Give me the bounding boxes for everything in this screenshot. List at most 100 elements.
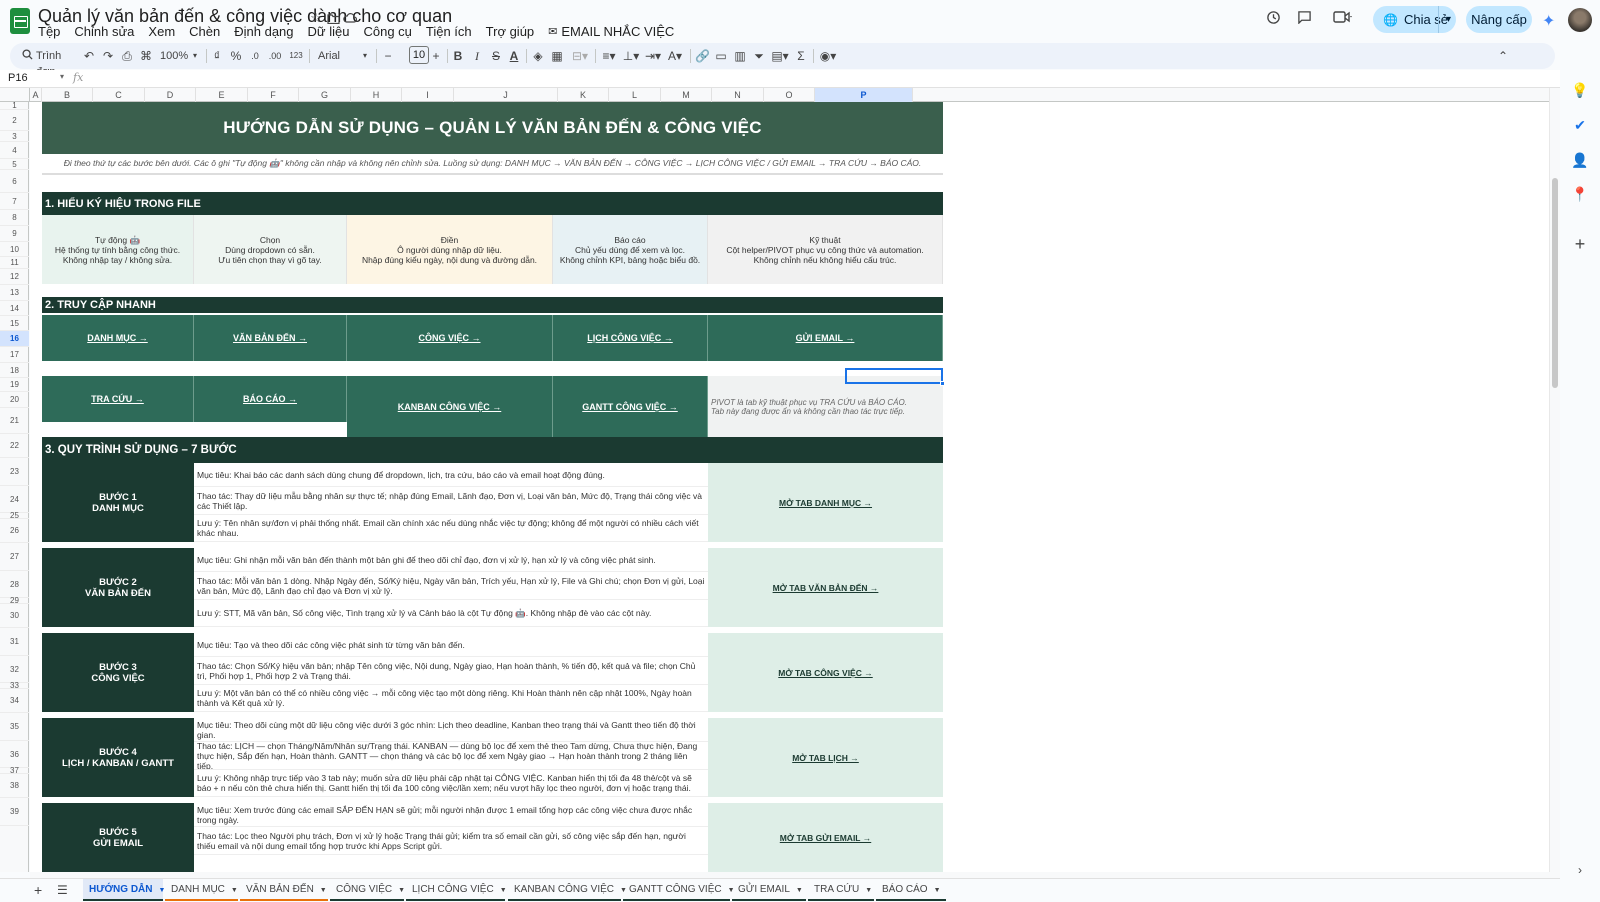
tab-chevron-icon[interactable]: ▼ (865, 887, 872, 894)
step-link-van-ban-den[interactable]: MỞ TAB VĂN BẢN ĐẾN → (708, 548, 943, 627)
column-header[interactable]: N (712, 88, 764, 102)
print-icon[interactable]: ⎙ (120, 48, 134, 64)
font-family-select[interactable]: Arial (318, 48, 348, 64)
gemini-icon[interactable]: ✦ (1542, 11, 1555, 31)
row-header[interactable]: 22 (0, 434, 29, 458)
paint-format-icon[interactable]: ⌘ (139, 48, 153, 64)
column-header[interactable]: G (299, 88, 351, 102)
column-header[interactable]: A (30, 88, 42, 102)
menu-format[interactable]: Định dạng (234, 24, 293, 40)
row-header[interactable]: 35 (0, 713, 29, 741)
functions-icon[interactable]: Σ (794, 48, 808, 64)
step-link-lich[interactable]: MỞ TAB LỊCH → (708, 718, 943, 797)
row-header[interactable]: 19 (0, 378, 29, 392)
tab-chevron-icon[interactable]: ▼ (320, 887, 327, 894)
number-format[interactable]: 123 (288, 48, 304, 64)
text-color-icon[interactable]: A (508, 48, 520, 64)
fill-handle[interactable] (940, 381, 945, 386)
vertical-scrollbar[interactable] (1549, 88, 1560, 872)
filter-icon[interactable]: ⏷ (752, 48, 766, 64)
row-header[interactable]: 34 (0, 689, 29, 713)
row-header[interactable]: 9 (0, 226, 29, 242)
tab-bao-cao[interactable]: BÁO CÁO ▼ (876, 879, 946, 901)
quick-link-lich-cong-viec[interactable]: LỊCH CÔNG VIỆC → (553, 315, 708, 361)
quick-link-tra-cuu[interactable]: TRA CỨU → (42, 376, 194, 422)
tab-chevron-icon[interactable]: ▼ (500, 887, 507, 894)
collapse-toolbar-icon[interactable]: ⌃ (1496, 48, 1510, 64)
row-header[interactable]: 3 (0, 131, 29, 142)
input-tools-icon[interactable]: ◉▾ (818, 48, 838, 64)
font-size-decrease-icon[interactable]: − (382, 48, 394, 64)
tab-van-ban-den[interactable]: VĂN BẢN ĐẾN ▼ (240, 879, 328, 901)
column-header[interactable]: E (196, 88, 248, 102)
tab-gui-email[interactable]: GỬI EMAIL ▼ (732, 879, 806, 901)
tab-tra-cuu[interactable]: TRA CỨU ▼ (808, 879, 874, 901)
tasks-icon[interactable]: ✔ (1570, 115, 1590, 135)
tab-chevron-icon[interactable]: ▼ (231, 887, 238, 894)
history-icon[interactable] (1266, 10, 1281, 25)
column-header[interactable]: C (93, 88, 145, 102)
row-header[interactable]: 18 (0, 363, 29, 378)
tab-kanban-cong-viec[interactable]: KANBAN CÔNG VIỆC ▼ (508, 879, 627, 901)
italic-icon[interactable]: I (471, 48, 483, 64)
tab-chevron-icon[interactable]: ▼ (934, 887, 941, 894)
tab-lich-cong-viec[interactable]: LỊCH CÔNG VIỆC ▼ (406, 879, 507, 901)
row-header[interactable]: 36 (0, 741, 29, 768)
row-header[interactable]: 10 (0, 242, 29, 257)
avatar[interactable] (1568, 8, 1592, 32)
filter-views-icon[interactable]: ▤▾ (770, 48, 790, 64)
select-all-corner[interactable] (0, 88, 30, 102)
row-header[interactable]: 23 (0, 458, 29, 486)
quick-link-danh-muc[interactable]: DANH MỤC → (42, 315, 194, 361)
selected-cell[interactable] (845, 368, 943, 384)
row-header[interactable]: 4 (0, 142, 29, 159)
column-header-selected[interactable]: P (815, 88, 913, 102)
menu-insert[interactable]: Chèn (189, 24, 220, 40)
menu-extensions[interactable]: Tiện ích (426, 24, 472, 40)
keep-icon[interactable]: 💡 (1570, 80, 1590, 100)
contacts-icon[interactable]: 👤 (1570, 150, 1590, 170)
column-header[interactable]: O (764, 88, 815, 102)
row-header[interactable]: 7 (0, 193, 29, 210)
row-header[interactable]: 38 (0, 774, 29, 798)
percent-format[interactable]: % (230, 48, 242, 64)
sheets-logo-icon[interactable] (10, 8, 30, 34)
insert-comment-icon[interactable]: ▭ (714, 48, 728, 64)
row-header[interactable]: 12 (0, 269, 29, 285)
comments-icon[interactable] (1297, 10, 1312, 24)
font-size-increase-icon[interactable]: + (430, 48, 442, 64)
row-header[interactable]: 17 (0, 347, 29, 363)
tab-chevron-icon[interactable]: ▼ (398, 887, 405, 894)
row-header[interactable]: 30 (0, 604, 29, 628)
redo-icon[interactable]: ↷ (101, 48, 115, 64)
currency-format[interactable]: ₫ (211, 48, 223, 64)
row-header[interactable]: 24 (0, 486, 29, 513)
quick-link-gantt[interactable]: GANTT CÔNG VIỆC → (553, 376, 708, 437)
menu-file[interactable]: Tệp (38, 24, 60, 40)
column-header[interactable]: M (661, 88, 712, 102)
row-header[interactable]: 27 (0, 543, 29, 571)
text-rotation-icon[interactable]: A▾ (666, 48, 684, 64)
column-header[interactable]: F (248, 88, 299, 102)
merge-cells-icon[interactable]: ⊟▾ (570, 48, 590, 64)
bold-icon[interactable]: B (452, 48, 464, 64)
tab-huong-dan[interactable]: HƯỚNG DẪN ▼ (83, 879, 165, 901)
tab-cong-viec[interactable]: CÔNG VIỆC ▼ (330, 879, 405, 901)
row-header[interactable]: 32 (0, 656, 29, 683)
horizontal-align-icon[interactable]: ≡▾ (600, 48, 618, 64)
column-header[interactable]: I (402, 88, 454, 102)
search-icon[interactable] (20, 48, 34, 64)
menu-help[interactable]: Trợ giúp (486, 24, 535, 40)
column-header[interactable]: K (558, 88, 609, 102)
column-header[interactable]: H (351, 88, 402, 102)
column-header[interactable]: L (609, 88, 661, 102)
quick-link-cong-viec[interactable]: CÔNG VIỆC → (347, 315, 553, 361)
menu-edit[interactable]: Chỉnh sửa (74, 24, 134, 40)
column-header[interactable]: J (454, 88, 558, 102)
insert-chart-icon[interactable]: ▥ (733, 48, 747, 64)
quick-link-van-ban-den[interactable]: VĂN BẢN ĐẾN → (194, 315, 347, 361)
row-header[interactable]: 13 (0, 285, 29, 301)
quick-link-gui-email[interactable]: GỬI EMAIL → (708, 315, 943, 361)
upgrade-button[interactable]: Nâng cấp (1466, 6, 1532, 33)
decrease-decimal[interactable]: .0 (248, 48, 262, 64)
